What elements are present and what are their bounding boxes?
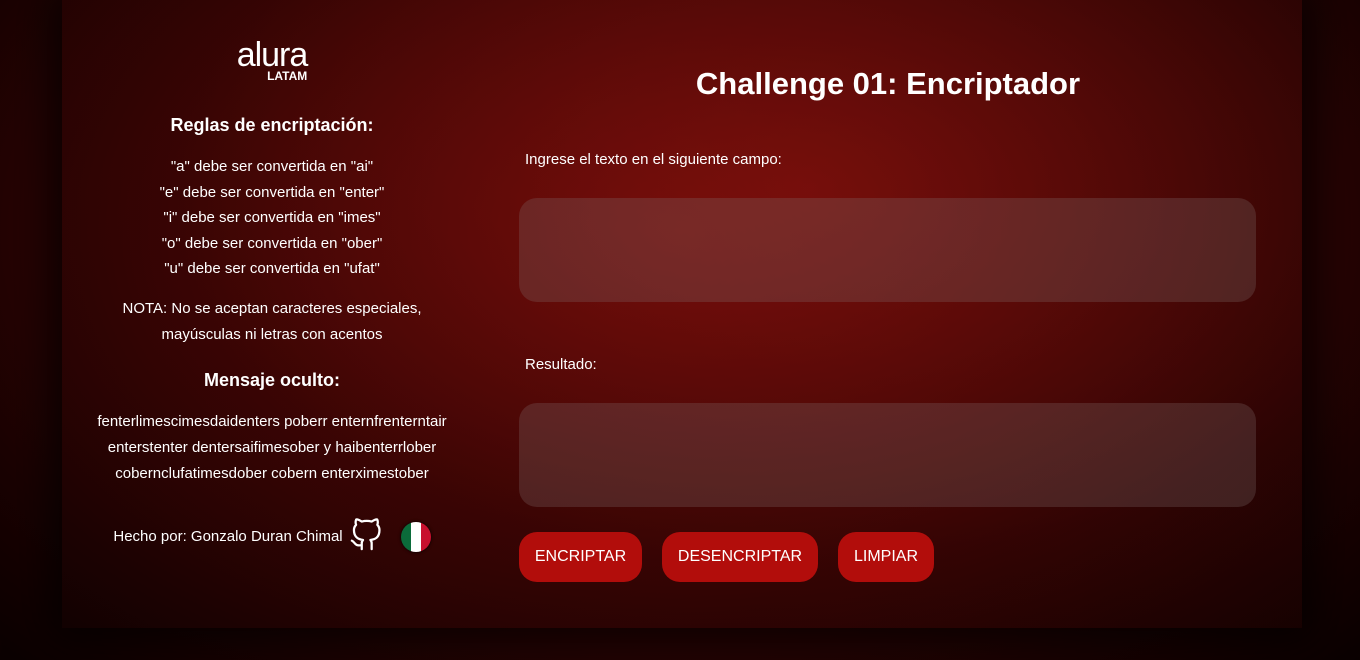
rule-e: "e" debe ser convertida en "enter" bbox=[159, 183, 385, 201]
rule-u: "u" debe ser convertida en "ufat" bbox=[164, 260, 380, 277]
rule-a: "a" debe ser convertida en "ai" bbox=[170, 158, 374, 175]
hidden-message-title: Mensaje oculto: bbox=[203, 369, 341, 390]
github-icon[interactable] bbox=[349, 517, 383, 557]
alura-logo: alura LATAM bbox=[236, 36, 309, 83]
rules-list: "a" debe ser convertida en "ai" "e" debe… bbox=[62, 154, 482, 282]
sidebar: alura LATAM Reglas de encriptación: "a" … bbox=[62, 0, 482, 557]
clear-button[interactable]: LIMPIAR bbox=[838, 532, 934, 582]
decrypt-button[interactable]: DESENCRIPTAR bbox=[662, 532, 818, 582]
encrypt-button[interactable]: ENCRIPTAR bbox=[519, 532, 642, 582]
result-label: Resultado: bbox=[525, 356, 597, 373]
author-credit: Hecho por: Gonzalo Duran Chimal bbox=[62, 517, 482, 557]
rule-o: "o" debe ser convertida en "ober" bbox=[161, 234, 383, 252]
page-title: Challenge 01: Encriptador bbox=[695, 66, 1081, 101]
input-label: Ingrese el texto en el siguiente campo: bbox=[525, 151, 782, 168]
rules-title: Reglas de encriptación: bbox=[170, 115, 374, 135]
hidden-message: fenterlimescimesdaidenters poberr entern… bbox=[97, 412, 447, 482]
mexico-flag-icon[interactable] bbox=[400, 521, 431, 552]
note: NOTA: No se aceptan caracteres especiale… bbox=[122, 299, 422, 343]
rule-i: "i" debe ser convertida en "imes" bbox=[163, 209, 381, 226]
input-textarea[interactable] bbox=[519, 198, 1256, 302]
result-textarea[interactable] bbox=[519, 403, 1256, 507]
